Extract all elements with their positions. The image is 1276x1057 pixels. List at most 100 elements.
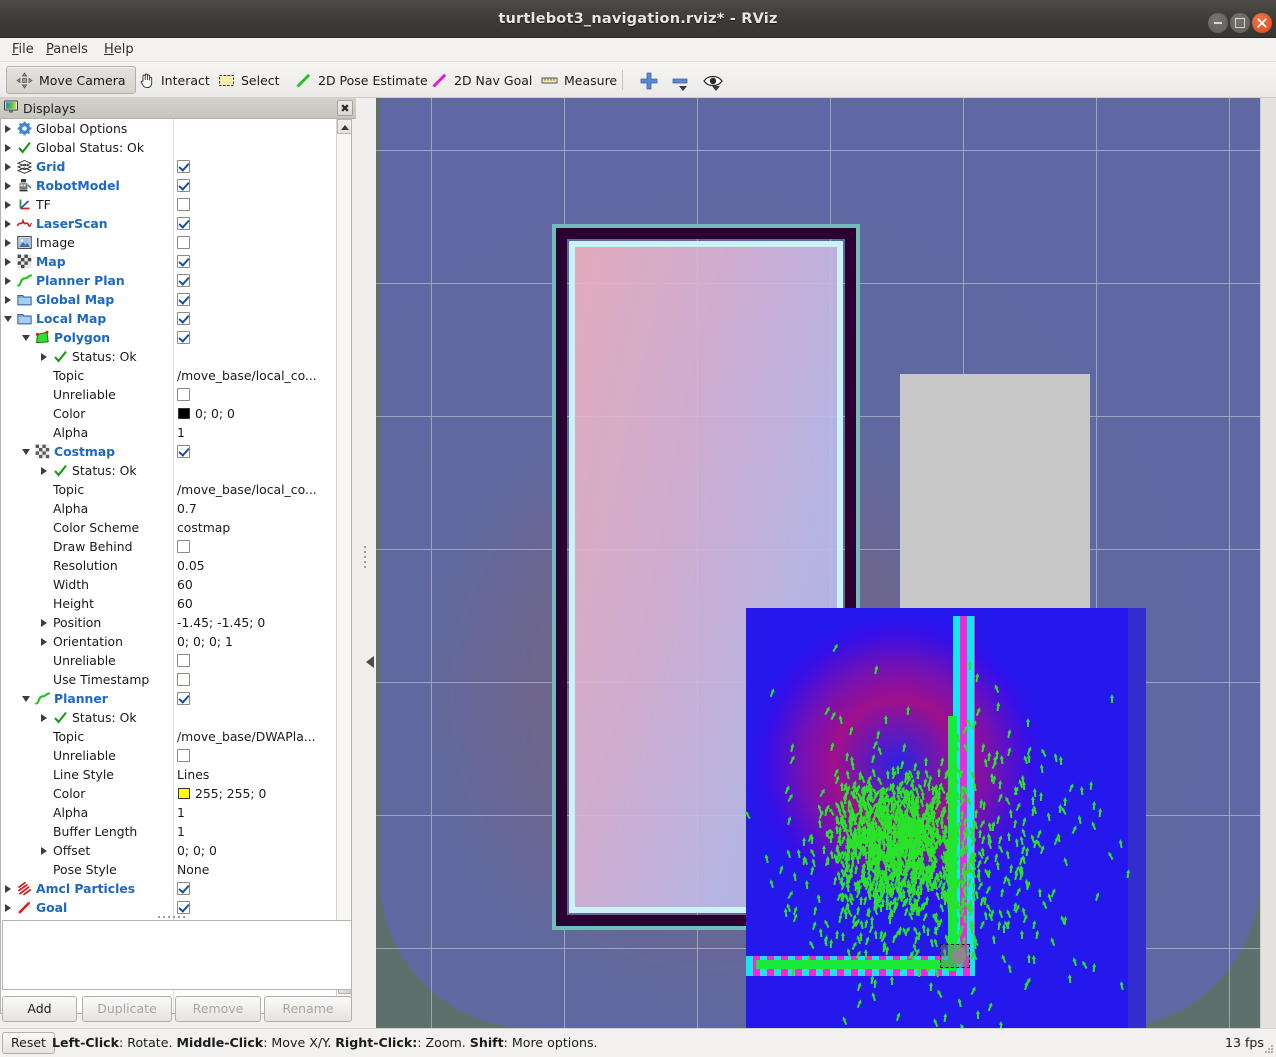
tree-row-use-timestamp[interactable]: Use Timestamp [1,670,337,689]
chevron-down-icon[interactable] [21,328,33,347]
splitter-collapse-arrow-icon[interactable] [366,656,374,668]
tree-row-map[interactable]: Map [1,252,337,271]
tree-row-value[interactable]: 1 [177,423,185,442]
tree-row-tf[interactable]: TF [1,195,337,214]
tree-row-unreliable[interactable]: Unreliable [1,385,337,404]
chevron-right-icon[interactable] [39,613,51,632]
tree-row-grid[interactable]: Grid [1,157,337,176]
tree-row-value[interactable]: /move_base/local_co... [177,480,317,499]
tree-row-checkbox[interactable] [177,274,190,287]
tree-row-value[interactable]: 60 [177,594,193,613]
tree-row-alpha[interactable]: Alpha 1 [1,423,337,442]
tree-row-width[interactable]: Width 60 [1,575,337,594]
tree-row-robotmodel[interactable]: RobotModel [1,176,337,195]
add-button[interactable]: Add [2,996,77,1022]
tree-row-value[interactable]: -1.45; -1.45; 0 [177,613,265,632]
tree-row-value[interactable]: 60 [177,575,193,594]
chevron-right-icon[interactable] [3,214,15,233]
chevron-right-icon[interactable] [39,841,51,860]
chevron-right-icon[interactable] [39,632,51,651]
tool-measure[interactable]: Measure [531,66,627,94]
eye-dropdown-caret-icon[interactable] [712,86,720,91]
chevron-right-icon[interactable] [3,879,15,898]
tree-row-value[interactable]: /move_base/local_co... [177,366,317,385]
tree-row-value[interactable]: None [177,860,209,879]
tree-row-value[interactable]: 0.7 [177,499,197,518]
chevron-right-icon[interactable] [39,347,51,366]
color-swatch[interactable] [178,408,190,419]
tree-row-checkbox[interactable] [177,673,190,686]
chevron-down-icon[interactable] [21,689,33,708]
panel-resize-grip[interactable] [158,914,194,919]
tree-row-topic[interactable]: Topic/move_base/local_co... [1,366,337,385]
chevron-right-icon[interactable] [3,252,15,271]
tree-row-orientation[interactable]: Orientation 0; 0; 0; 1 [1,632,337,651]
tree-row-draw-behind[interactable]: Draw Behind [1,537,337,556]
rename-button[interactable]: Rename [264,996,352,1022]
tool-interact[interactable]: Interact [128,66,220,94]
tree-row-status-ok[interactable]: Status: Ok [1,708,337,727]
chevron-right-icon[interactable] [3,176,15,195]
tree-row-amcl-particles[interactable]: Amcl Particles [1,879,337,898]
tree-row-checkbox[interactable] [177,654,190,667]
tree-row-offset[interactable]: Offset 0; 0; 0 [1,841,337,860]
tree-row-checkbox[interactable] [177,388,190,401]
tree-row-color[interactable]: Color 0; 0; 0 [1,404,337,423]
tree-row-checkbox[interactable] [177,749,190,762]
plus-icon[interactable] [638,70,660,92]
tree-row-costmap[interactable]: Costmap [1,442,337,461]
tree-row-value[interactable]: 0; 0; 0 [195,404,235,423]
displays-tree-scrollbar[interactable] [336,119,351,1012]
tree-row-value[interactable]: 0.05 [177,556,205,575]
tree-row-checkbox[interactable] [177,692,190,705]
chevron-right-icon[interactable] [3,157,15,176]
tool-2d-pose-estimate[interactable]: 2D Pose Estimate [285,66,438,94]
tree-row-alpha[interactable]: Alpha 0.7 [1,499,337,518]
tree-row-line-style[interactable]: Line Style Lines [1,765,337,784]
displays-tree[interactable]: Global Options Global Status: Ok Grid Robot… [1,119,337,1012]
maximize-button[interactable] [1230,13,1250,33]
close-button[interactable] [1252,13,1272,33]
tree-row-checkbox[interactable] [177,901,190,914]
tree-row-value[interactable]: 1 [177,822,185,841]
tree-row-checkbox[interactable] [177,179,190,192]
tree-row-unreliable[interactable]: Unreliable [1,651,337,670]
tree-row-checkbox[interactable] [177,445,190,458]
tree-row-checkbox[interactable] [177,312,190,325]
menu-file[interactable]: File [4,38,42,62]
window-resize-grip[interactable] [1263,1043,1275,1055]
minimize-button[interactable] [1208,13,1228,33]
reset-button[interactable]: Reset [2,1032,55,1054]
tree-row-topic[interactable]: Topic/move_base/DWAPla... [1,727,337,746]
chevron-right-icon[interactable] [3,271,15,290]
tree-row-buffer-length[interactable]: Buffer Length 1 [1,822,337,841]
tree-row-value[interactable]: 0; 0; 0 [177,841,217,860]
tree-row-value[interactable]: /move_base/DWAPla... [177,727,316,746]
scroll-up-icon[interactable] [337,119,351,134]
tree-row-color[interactable]: Color 255; 255; 0 [1,784,337,803]
tree-row-resolution[interactable]: Resolution 0.05 [1,556,337,575]
tree-row-global-status-ok[interactable]: Global Status: Ok [1,138,337,157]
chevron-down-icon[interactable] [3,309,15,328]
chevron-right-icon[interactable] [3,119,15,138]
tree-row-checkbox[interactable] [177,217,190,230]
tree-row-color-scheme[interactable]: Color Scheme costmap [1,518,337,537]
displays-panel-close-icon[interactable]: ✖ [337,100,353,116]
chevron-right-icon[interactable] [39,708,51,727]
tree-row-value[interactable]: Lines [177,765,209,784]
minus-dropdown-caret-icon[interactable] [679,86,687,91]
tree-row-alpha[interactable]: Alpha 1 [1,803,337,822]
tool-select[interactable]: Select [208,66,290,94]
tool-2d-nav-goal[interactable]: 2D Nav Goal [421,66,542,94]
tree-row-checkbox[interactable] [177,236,190,249]
tree-row-value[interactable]: 1 [177,803,185,822]
tree-row-position[interactable]: Position -1.45; -1.45; 0 [1,613,337,632]
tree-row-value[interactable]: costmap [177,518,230,537]
tree-row-height[interactable]: Height 60 [1,594,337,613]
3d-render-view[interactable] [376,98,1260,1028]
tree-row-checkbox[interactable] [177,331,190,344]
tree-row-polygon[interactable]: Polygon [1,328,337,347]
remove-button[interactable]: Remove [175,996,261,1022]
duplicate-button[interactable]: Duplicate [82,996,172,1022]
chevron-right-icon[interactable] [3,290,15,309]
